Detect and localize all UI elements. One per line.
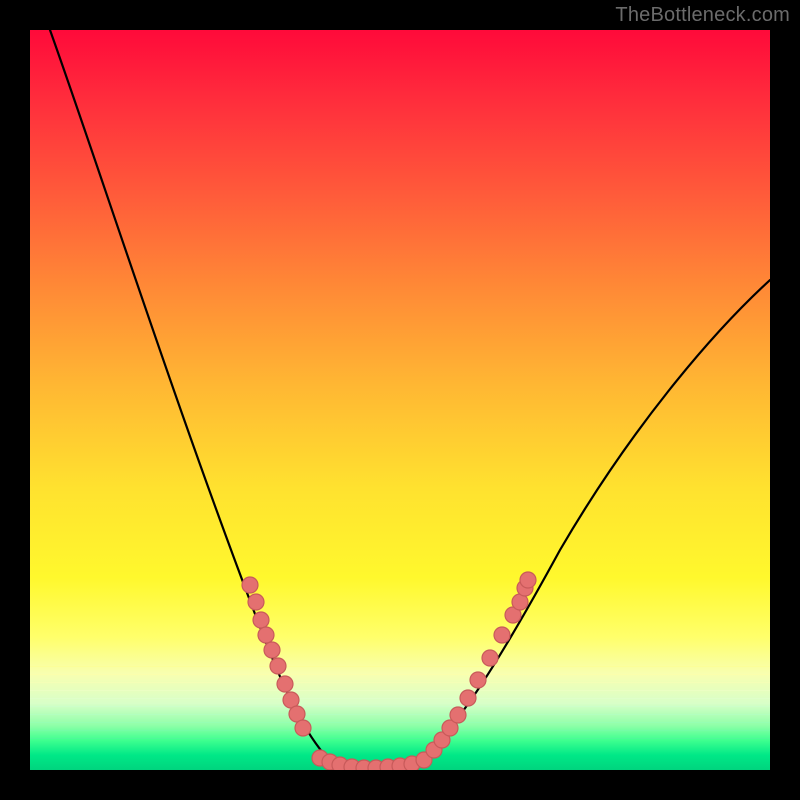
data-point bbox=[295, 720, 311, 736]
data-point bbox=[258, 627, 274, 643]
data-point bbox=[460, 690, 476, 706]
data-point bbox=[482, 650, 498, 666]
data-point bbox=[450, 707, 466, 723]
data-point bbox=[270, 658, 286, 674]
data-point bbox=[248, 594, 264, 610]
chart-stage: TheBottleneck.com bbox=[0, 0, 800, 800]
curve-svg bbox=[30, 30, 770, 770]
curve-left bbox=[50, 30, 335, 766]
data-point bbox=[242, 577, 258, 593]
data-point bbox=[253, 612, 269, 628]
data-point bbox=[494, 627, 510, 643]
data-point bbox=[277, 676, 293, 692]
credit-label: TheBottleneck.com bbox=[615, 4, 790, 27]
data-point bbox=[264, 642, 280, 658]
data-point bbox=[470, 672, 486, 688]
plot-frame bbox=[30, 30, 770, 770]
data-point bbox=[520, 572, 536, 588]
